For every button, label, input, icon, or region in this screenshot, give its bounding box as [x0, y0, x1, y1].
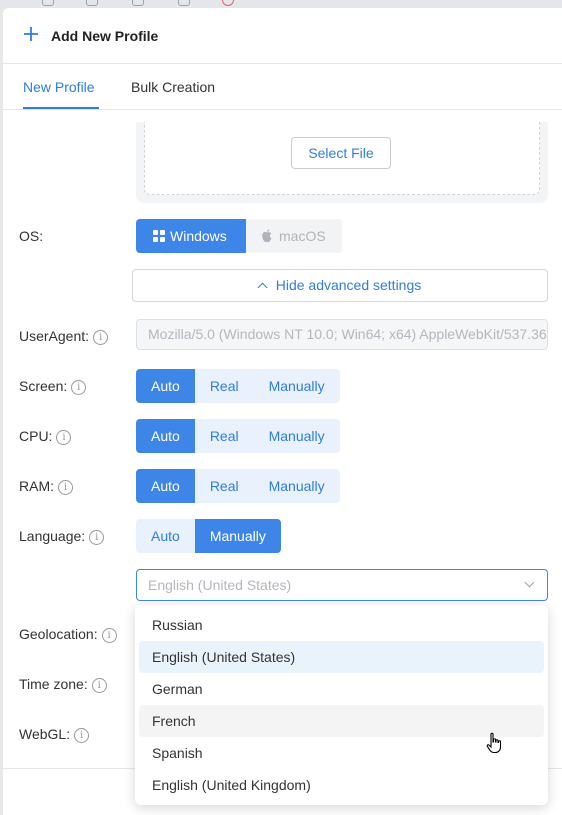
record-icon	[222, 0, 234, 6]
language-option[interactable]: Spanish	[139, 737, 544, 769]
ram-selector: Auto Real Manually	[136, 469, 340, 503]
useragent-label-text: UserAgent:	[19, 328, 90, 344]
cpu-option-auto[interactable]: Auto	[136, 419, 195, 453]
plus-icon[interactable]	[23, 26, 39, 42]
dialog-header: Add New Profile	[3, 8, 562, 64]
language-option[interactable]: Russian	[139, 609, 544, 641]
language-option[interactable]: French	[139, 705, 544, 737]
info-icon[interactable]: i	[101, 627, 117, 643]
hide-advanced-settings-button[interactable]: Hide advanced settings	[132, 269, 548, 302]
language-option-manually[interactable]: Manually	[194, 519, 281, 553]
webgl-label-text: WebGL:	[19, 726, 71, 742]
screen-label: Screen: i	[19, 378, 87, 395]
select-file-button[interactable]: Select File	[291, 137, 391, 169]
toolbar-icon	[178, 0, 190, 6]
geolocation-label: Geolocation: i	[19, 626, 117, 643]
chevron-up-icon	[257, 282, 268, 293]
apple-icon	[262, 229, 272, 243]
language-option[interactable]: English (United Kingdom)	[139, 769, 544, 801]
language-option-auto[interactable]: Auto	[136, 519, 195, 553]
useragent-field[interactable]: Mozilla/5.0 (Windows NT 10.0; Win64; x64…	[136, 319, 548, 350]
screen-label-text: Screen:	[19, 378, 68, 394]
screen-selector: Auto Real Manually	[136, 369, 340, 403]
screen-option-real[interactable]: Real	[194, 369, 254, 403]
tab-bulk-creation[interactable]: Bulk Creation	[131, 79, 215, 95]
toolbar-icon	[42, 0, 54, 6]
cpu-label-text: CPU:	[19, 428, 53, 444]
os-option-windows[interactable]: Windows	[136, 219, 246, 253]
cpu-option-manually[interactable]: Manually	[253, 419, 340, 453]
info-icon[interactable]: i	[56, 429, 72, 445]
screen-option-manually[interactable]: Manually	[253, 369, 340, 403]
os-label: OS:	[19, 228, 44, 244]
ram-option-auto[interactable]: Auto	[136, 469, 195, 503]
info-icon[interactable]: i	[89, 529, 105, 545]
hand-cursor-icon	[486, 732, 502, 754]
cpu-option-real[interactable]: Real	[194, 419, 254, 453]
info-icon[interactable]: i	[74, 727, 90, 743]
info-icon[interactable]: i	[58, 479, 73, 495]
language-selector: Auto Manually	[136, 519, 281, 553]
info-icon[interactable]: i	[93, 329, 109, 345]
folder-icon	[86, 0, 98, 6]
cpu-selector: Auto Real Manually	[136, 419, 340, 453]
os-option-label: macOS	[279, 228, 326, 244]
webgl-label: WebGL: i	[19, 726, 90, 743]
language-dropdown: Russian English (United States) German F…	[135, 605, 548, 805]
advanced-toggle-label: Hide advanced settings	[275, 277, 422, 293]
ram-label-text: RAM:	[19, 478, 54, 494]
ram-label: RAM: i	[19, 478, 73, 495]
info-icon[interactable]: i	[91, 677, 107, 693]
screen-option-auto[interactable]: Auto	[136, 369, 195, 403]
os-selector: Windows macOS	[136, 219, 342, 253]
active-tab-indicator	[23, 107, 99, 109]
ram-option-manually[interactable]: Manually	[253, 469, 340, 503]
ram-option-real[interactable]: Real	[194, 469, 254, 503]
cpu-label: CPU: i	[19, 428, 72, 445]
os-option-macos[interactable]: macOS	[246, 219, 342, 253]
profile-tabs: New Profile Bulk Creation	[3, 64, 562, 110]
dialog-title: Add New Profile	[51, 28, 159, 44]
windows-icon	[153, 230, 165, 242]
tab-new-profile[interactable]: New Profile	[23, 79, 95, 95]
language-select[interactable]: English (United States)	[136, 569, 548, 601]
language-label-text: Language:	[19, 528, 86, 544]
language-select-value: English (United States)	[148, 577, 292, 593]
language-option[interactable]: English (United States)	[139, 641, 544, 673]
toolbar-icon	[132, 0, 144, 6]
timezone-label-text: Time zone:	[19, 676, 88, 692]
info-icon[interactable]: i	[71, 379, 87, 395]
geolocation-label-text: Geolocation:	[19, 626, 98, 642]
useragent-label: UserAgent: i	[19, 328, 109, 345]
language-label: Language: i	[19, 528, 105, 545]
timezone-label: Time zone: i	[19, 676, 107, 693]
language-option[interactable]: German	[139, 673, 544, 705]
os-option-label: Windows	[170, 228, 227, 244]
chevron-down-icon	[524, 577, 535, 588]
